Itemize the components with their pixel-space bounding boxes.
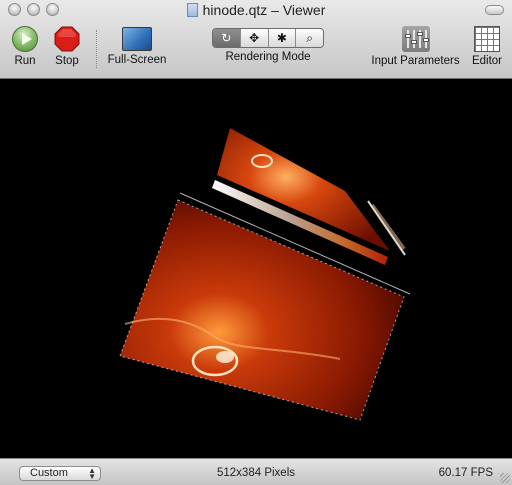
sliders-icon xyxy=(401,26,430,52)
status-bar: Custom ▲ ▼ 512x384 Pixels 60.17 FPS xyxy=(0,458,512,485)
run-label: Run xyxy=(14,55,36,67)
window-toolbar: hinode.qtz – Viewer Run Stop Full-Screen… xyxy=(0,0,512,79)
fullscreen-button[interactable]: Full-Screen xyxy=(104,26,170,66)
fullscreen-label: Full-Screen xyxy=(107,54,167,66)
stop-icon xyxy=(54,26,80,52)
bug-icon[interactable]: ✱ xyxy=(267,29,296,47)
editor-label: Editor xyxy=(471,55,503,67)
run-icon xyxy=(12,26,38,52)
rendering-mode-control: ↻ ✥ ✱ ⌕ Rendering Mode xyxy=(208,24,328,63)
composition-render xyxy=(119,128,411,421)
stop-label: Stop xyxy=(55,55,79,67)
viewer-window: hinode.qtz – Viewer Run Stop Full-Screen… xyxy=(0,0,512,485)
resize-grip-icon[interactable] xyxy=(500,473,510,483)
render-viewport[interactable] xyxy=(0,79,512,458)
toolbar-separator xyxy=(96,30,98,68)
resolution-readout: 512x384 Pixels xyxy=(217,467,295,479)
editor-grid-icon xyxy=(474,26,500,52)
zoom-icon[interactable]: ⌕ xyxy=(295,29,323,47)
rendering-mode-segmented: ↻ ✥ ✱ ⌕ xyxy=(212,28,324,48)
input-parameters-label: Input Parameters xyxy=(371,55,460,67)
move-icon[interactable]: ✥ xyxy=(239,29,268,47)
editor-button[interactable]: Editor xyxy=(469,26,505,67)
rendering-mode-label: Rendering Mode xyxy=(225,51,311,63)
fps-readout: 60.17 FPS xyxy=(438,467,493,479)
rotate-icon[interactable]: ↻ xyxy=(213,29,240,47)
fullscreen-icon xyxy=(122,27,152,51)
input-parameters-button[interactable]: Input Parameters xyxy=(368,26,463,67)
toolbar-toggle-button[interactable] xyxy=(485,5,504,15)
window-title-area: hinode.qtz – Viewer xyxy=(0,2,512,18)
stop-button[interactable]: Stop xyxy=(50,26,84,67)
run-button[interactable]: Run xyxy=(10,26,40,67)
window-title: hinode.qtz – Viewer xyxy=(202,2,326,18)
document-icon xyxy=(186,3,198,17)
